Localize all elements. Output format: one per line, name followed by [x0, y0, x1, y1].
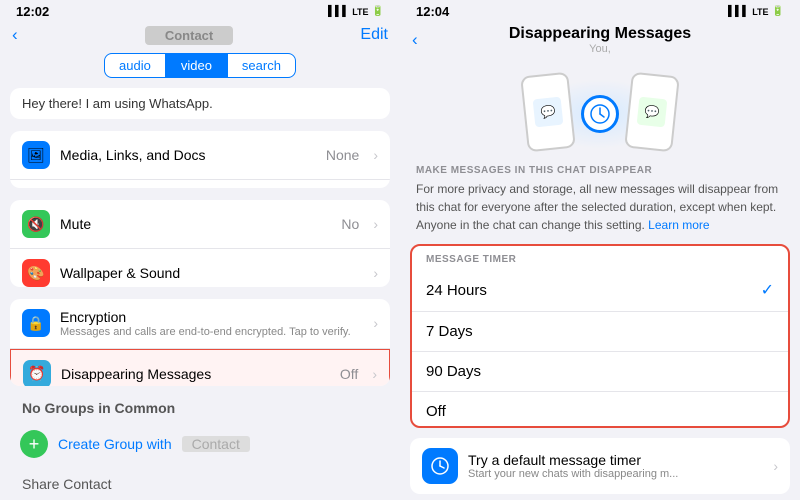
- lte-label: LTE: [352, 7, 368, 17]
- right-panel: 12:04 ▌▌▌ LTE 🔋 ‹ Disappearing Messages …: [400, 0, 800, 500]
- right-nav-bar: ‹ Disappearing Messages You,: [400, 23, 800, 59]
- disappearing-content: Disappearing Messages: [61, 366, 330, 382]
- right-phone: 💬: [624, 72, 680, 153]
- disappearing-title: Disappearing Messages: [61, 366, 330, 382]
- make-messages-label: MAKE MESSAGES IN THIS CHAT DISAPPEAR: [400, 165, 800, 180]
- wallpaper-icon: 🎨: [22, 259, 50, 286]
- timer-option-24h[interactable]: 24 Hours ✓: [412, 269, 788, 312]
- wallpaper-chevron: ›: [373, 265, 378, 281]
- default-timer-chevron: ›: [773, 458, 778, 474]
- right-page-title: Disappearing Messages: [509, 25, 691, 43]
- no-groups-label: No Groups in Common: [0, 392, 400, 420]
- timer-option-7d[interactable]: 7 Days: [412, 312, 788, 352]
- right-battery-icon: 🔋: [772, 6, 784, 17]
- wallpaper-content: Wallpaper & Sound: [60, 265, 363, 281]
- description-body: For more privacy and storage, all new me…: [416, 182, 778, 232]
- share-contact-label: Share Contact: [22, 476, 112, 492]
- tab-audio[interactable]: audio: [104, 53, 166, 78]
- left-back-button[interactable]: ‹: [12, 25, 18, 45]
- learn-more-link[interactable]: Learn more: [648, 218, 709, 232]
- description-text: For more privacy and storage, all new me…: [400, 180, 800, 240]
- starred-row[interactable]: ⭐ Starred Messages None ›: [10, 180, 390, 188]
- disappearing-row[interactable]: ⏰ Disappearing Messages Off ›: [10, 349, 390, 386]
- mute-title: Mute: [60, 216, 331, 232]
- mute-icon: 🔇: [22, 210, 50, 238]
- create-group-name: Contact: [182, 436, 250, 452]
- timer-label: MESSAGE TIMER: [412, 246, 788, 269]
- default-timer-row[interactable]: Try a default message timer Start your n…: [410, 438, 790, 494]
- left-panel: 12:02 ▌▌▌ LTE 🔋 ‹ Contact Edit audio vid…: [0, 0, 400, 500]
- default-timer-title: Try a default message timer: [468, 452, 763, 468]
- left-status-icons: ▌▌▌ LTE 🔋: [328, 6, 384, 17]
- timer-option-90d[interactable]: 90 Days: [412, 352, 788, 392]
- mute-content: Mute: [60, 216, 331, 232]
- whatsapp-status: Hey there! I am using WhatsApp.: [10, 88, 390, 119]
- settings-group-1: 🖼 Media, Links, and Docs None › ⭐ Starre…: [10, 131, 390, 188]
- timer-off-label: Off: [426, 403, 446, 420]
- timer-option-off[interactable]: Off: [412, 392, 788, 428]
- encryption-title: Encryption: [60, 309, 363, 325]
- timer-24h-label: 24 Hours: [426, 282, 487, 299]
- tabs-bar: audio video search: [0, 49, 400, 82]
- encryption-subtitle: Messages and calls are end-to-end encryp…: [60, 326, 363, 338]
- default-timer-subtitle: Start your new chats with disappearing m…: [468, 468, 763, 480]
- create-group-plus-icon: +: [20, 430, 48, 458]
- create-group-label: Create Group with: [58, 436, 172, 452]
- right-status-bar: 12:04 ▌▌▌ LTE 🔋: [400, 0, 800, 23]
- timer-7d-label: 7 Days: [426, 323, 473, 340]
- mute-row[interactable]: 🔇 Mute No ›: [10, 200, 390, 249]
- timer-section: MESSAGE TIMER 24 Hours ✓ 7 Days 90 Days …: [410, 244, 790, 428]
- right-status-icons: ▌▌▌ LTE 🔋: [728, 6, 784, 17]
- encryption-row[interactable]: 🔒 Encryption Messages and calls are end-…: [10, 299, 390, 349]
- share-contact-row[interactable]: Share Contact: [0, 468, 400, 500]
- tab-video[interactable]: video: [166, 53, 227, 78]
- left-status-bar: 12:02 ▌▌▌ LTE 🔋: [0, 0, 400, 23]
- timer-24h-check: ✓: [761, 280, 774, 300]
- hero-illustration: 💬 💬: [400, 59, 800, 165]
- mute-chevron: ›: [373, 216, 378, 232]
- disappearing-icon: ⏰: [23, 360, 51, 386]
- settings-group-3: 🔒 Encryption Messages and calls are end-…: [10, 299, 390, 386]
- encryption-chevron: ›: [373, 315, 378, 331]
- right-back-button[interactable]: ‹: [412, 30, 418, 50]
- right-lte-label: LTE: [752, 7, 768, 17]
- media-title: Media, Links, and Docs: [60, 147, 316, 163]
- signal-icon: ▌▌▌: [328, 6, 349, 17]
- create-group-row[interactable]: + Create Group with Contact: [0, 420, 400, 468]
- edit-button[interactable]: Edit: [360, 26, 388, 44]
- encryption-icon: 🔒: [22, 309, 50, 337]
- media-value: None: [326, 147, 359, 163]
- battery-icon: 🔋: [372, 6, 384, 17]
- media-content: Media, Links, and Docs: [60, 147, 316, 163]
- right-signal-icon: ▌▌▌: [728, 6, 749, 17]
- disappearing-chevron: ›: [372, 366, 377, 382]
- default-timer-icon: [422, 448, 458, 484]
- settings-group-2: 🔇 Mute No › 🎨 Wallpaper & Sound › 📷 Save…: [10, 200, 390, 286]
- media-chevron: ›: [373, 147, 378, 163]
- right-page-subtitle: You,: [509, 43, 691, 55]
- wallpaper-title: Wallpaper & Sound: [60, 265, 363, 281]
- contact-name: Contact: [145, 26, 233, 45]
- left-phone: 💬: [520, 72, 576, 153]
- default-timer-content: Try a default message timer Start your n…: [468, 452, 763, 480]
- timer-90d-label: 90 Days: [426, 363, 481, 380]
- right-time: 12:04: [416, 4, 449, 19]
- wallpaper-row[interactable]: 🎨 Wallpaper & Sound ›: [10, 249, 390, 286]
- encryption-content: Encryption Messages and calls are end-to…: [60, 309, 363, 338]
- tab-search[interactable]: search: [227, 53, 296, 78]
- media-icon: 🖼: [22, 141, 50, 169]
- media-row[interactable]: 🖼 Media, Links, and Docs None ›: [10, 131, 390, 180]
- disappearing-value: Off: [340, 366, 358, 382]
- clock-icon: [581, 95, 619, 133]
- left-time: 12:02: [16, 4, 49, 19]
- mute-value: No: [341, 216, 359, 232]
- left-nav-bar: ‹ Contact Edit: [0, 23, 400, 49]
